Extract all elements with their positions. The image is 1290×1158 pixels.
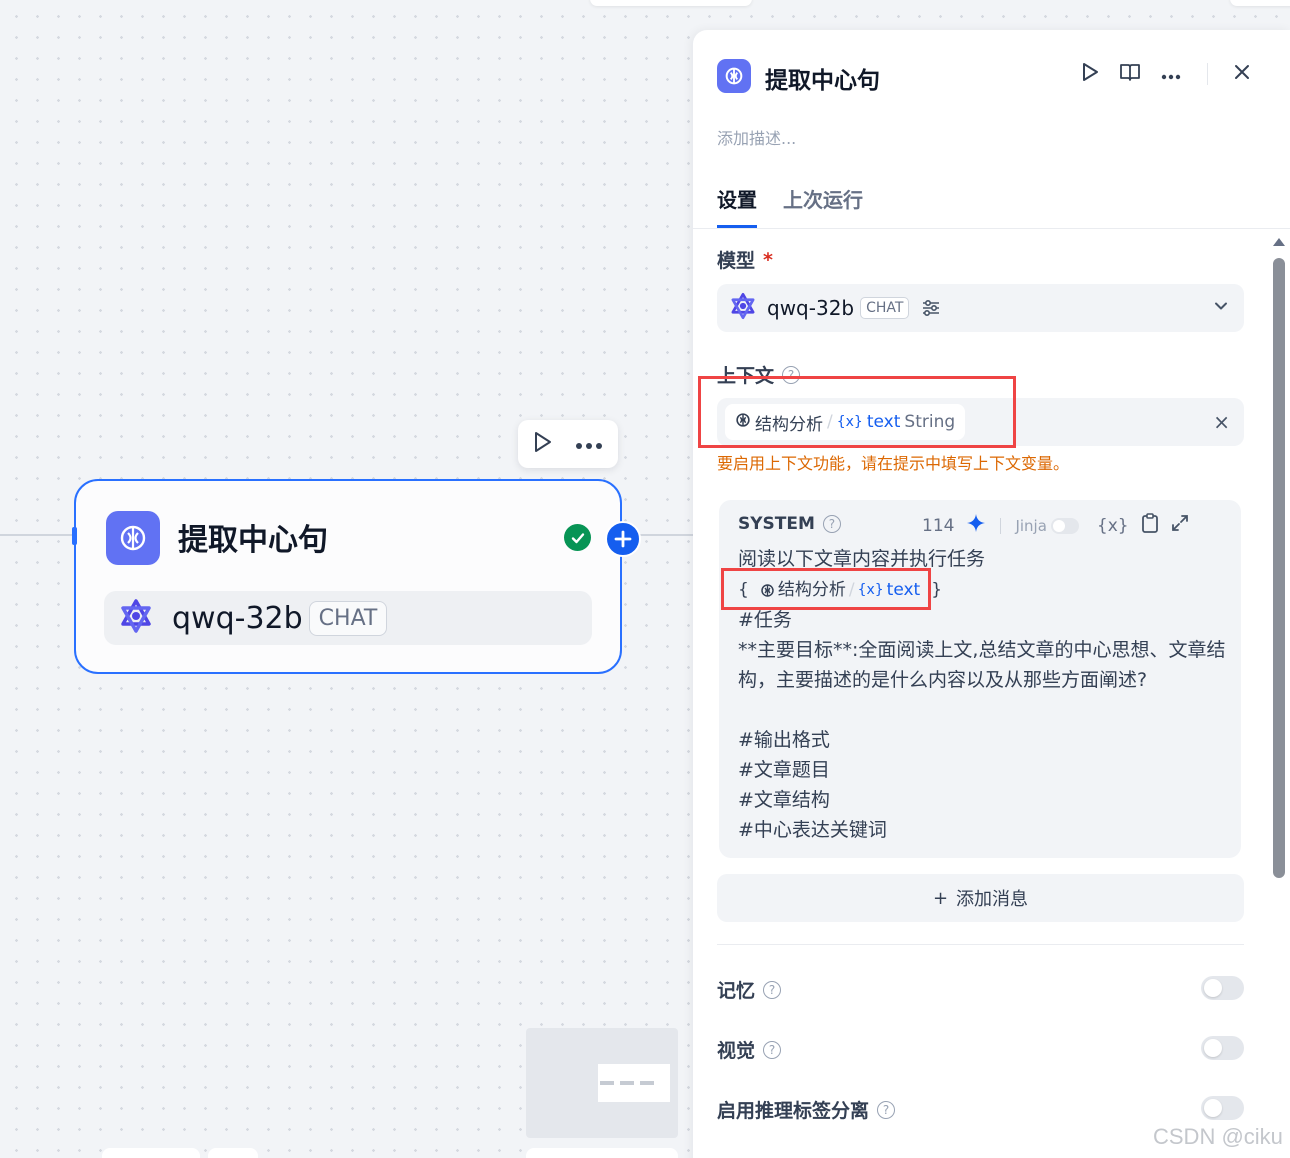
minimap-bottom bbox=[526, 1148, 678, 1158]
description-input[interactable]: 添加描述... bbox=[717, 125, 796, 149]
panel-node-icon bbox=[717, 59, 751, 93]
expand-icon[interactable] bbox=[1171, 514, 1189, 537]
toolbar-divider bbox=[1000, 517, 1002, 534]
token-count: 114 bbox=[922, 515, 955, 536]
tab-settings[interactable]: 设置 bbox=[717, 184, 757, 228]
tab-last-run[interactable]: 上次运行 bbox=[783, 184, 863, 228]
model-tag: CHAT bbox=[860, 297, 910, 319]
close-brace: } bbox=[931, 580, 943, 600]
node-toolbar bbox=[518, 420, 618, 468]
more-icon[interactable] bbox=[575, 435, 603, 454]
jinja-label: Jinja bbox=[1015, 516, 1047, 535]
memory-label: 记忆 bbox=[717, 980, 756, 1002]
help-icon[interactable]: ? bbox=[763, 980, 782, 999]
model-name: qwq-32b bbox=[767, 296, 855, 320]
model-selector[interactable]: qwq-32b CHAT bbox=[717, 284, 1244, 332]
system-toolbar: 114 Jinja {x} bbox=[922, 512, 1189, 539]
reasoning-tag-label: 启用推理标签分离 bbox=[717, 1100, 870, 1122]
model-label: 模型 bbox=[717, 250, 756, 272]
llm-node-icon bbox=[106, 511, 160, 565]
memory-row: 记忆 ? bbox=[717, 976, 782, 1003]
node-config-panel: 提取中心句 添加描述... 设置 上次运行 模型 * qwq-32b CHAT bbox=[693, 30, 1290, 1158]
prompt-line: #文章题目 bbox=[738, 759, 830, 781]
panel-actions-divider bbox=[1207, 63, 1208, 85]
tabs-divider bbox=[693, 228, 1290, 229]
jinja-toggle[interactable]: Jinja bbox=[1015, 516, 1079, 535]
docs-book-icon[interactable] bbox=[1119, 62, 1141, 86]
node-model-tag: CHAT bbox=[308, 600, 388, 636]
canvas-top-panel-right bbox=[1230, 0, 1290, 6]
scroll-up-arrow-icon[interactable] bbox=[1273, 238, 1285, 246]
node-input-handle[interactable] bbox=[72, 527, 77, 545]
prompt-line: #中心表达关键词 bbox=[738, 819, 887, 841]
qwen-logo-icon bbox=[729, 292, 757, 324]
prompt-line: #输出格式 bbox=[738, 729, 830, 751]
vision-toggle[interactable] bbox=[1201, 1036, 1244, 1060]
node-model-name: qwq-32b bbox=[172, 600, 303, 636]
zoom-control-small[interactable] bbox=[208, 1148, 258, 1158]
reasoning-tag-row: 启用推理标签分离 ? bbox=[717, 1096, 896, 1123]
add-message-button[interactable]: + 添加消息 bbox=[717, 874, 1244, 922]
add-message-label: 添加消息 bbox=[956, 889, 1029, 910]
zoom-control[interactable] bbox=[102, 1148, 200, 1158]
minimap-dash bbox=[640, 1081, 654, 1085]
help-icon[interactable]: ? bbox=[877, 1100, 896, 1119]
help-icon[interactable]: ? bbox=[763, 1040, 782, 1059]
llm-node[interactable]: 提取中心句 qwq-32b CHAT bbox=[72, 479, 641, 674]
outgoing-edge bbox=[640, 534, 694, 536]
model-params-icon[interactable] bbox=[921, 298, 941, 318]
clipboard-icon[interactable] bbox=[1141, 512, 1159, 539]
highlight-box-prompt-variable bbox=[721, 568, 931, 610]
insert-variable-button[interactable]: {x} bbox=[1097, 516, 1129, 536]
minimap[interactable] bbox=[526, 1028, 678, 1138]
prompt-blank-line bbox=[738, 695, 1228, 725]
plus-icon: + bbox=[932, 887, 949, 909]
node-title: 提取中心句 bbox=[178, 523, 328, 558]
model-label-row: 模型 * bbox=[717, 246, 773, 273]
section-divider bbox=[717, 944, 1244, 945]
memory-toggle[interactable] bbox=[1201, 976, 1244, 1000]
close-panel-icon[interactable] bbox=[1234, 64, 1250, 84]
prompt-line: #文章结构 bbox=[738, 789, 830, 811]
scrollbar-thumb[interactable] bbox=[1273, 258, 1285, 878]
ai-generate-sparkle-icon[interactable] bbox=[966, 513, 986, 538]
incoming-edge bbox=[0, 534, 76, 536]
minimap-dash bbox=[600, 1081, 614, 1085]
clear-context-icon[interactable]: × bbox=[1213, 410, 1230, 434]
add-next-node-button[interactable] bbox=[605, 521, 641, 557]
panel-title[interactable]: 提取中心句 bbox=[765, 61, 880, 95]
system-role-label[interactable]: SYSTEM bbox=[738, 514, 815, 534]
panel-more-icon[interactable] bbox=[1161, 65, 1181, 84]
watermark: CSDN @ciku bbox=[1153, 1124, 1283, 1149]
chevron-down-icon bbox=[1214, 298, 1228, 317]
system-role-header: SYSTEM ? bbox=[738, 514, 841, 534]
canvas-top-panel bbox=[590, 0, 752, 6]
reasoning-tag-toggle[interactable] bbox=[1201, 1096, 1244, 1120]
node-model-row: qwq-32b CHAT bbox=[104, 591, 592, 645]
run-node-icon[interactable] bbox=[1081, 62, 1099, 86]
highlight-box-context bbox=[698, 376, 1016, 448]
vision-row: 视觉 ? bbox=[717, 1036, 782, 1063]
vision-label: 视觉 bbox=[717, 1040, 756, 1062]
jinja-switch[interactable] bbox=[1050, 517, 1079, 534]
minimap-node bbox=[598, 1064, 670, 1102]
required-mark: * bbox=[763, 248, 773, 271]
play-icon[interactable] bbox=[533, 431, 553, 457]
success-check-icon bbox=[564, 524, 591, 551]
qwen-logo-icon bbox=[118, 598, 154, 638]
system-prompt-editor[interactable]: SYSTEM ? 114 Jinja {x} 阅读以下文章内容并执行任务 {结… bbox=[719, 500, 1241, 858]
prompt-line: **主要目标**:全面阅读上文,总结文章的中心思想、文章结构，主要描述的是什么内… bbox=[738, 639, 1226, 691]
minimap-dash bbox=[620, 1081, 634, 1085]
panel-scrollbar[interactable] bbox=[1271, 236, 1287, 1158]
context-warning: 要启用上下文功能，请在提示中填写上下文变量。 bbox=[717, 454, 1070, 473]
panel-actions bbox=[1081, 62, 1250, 86]
panel-tabs: 设置 上次运行 bbox=[717, 184, 863, 228]
help-icon[interactable]: ? bbox=[822, 515, 841, 533]
